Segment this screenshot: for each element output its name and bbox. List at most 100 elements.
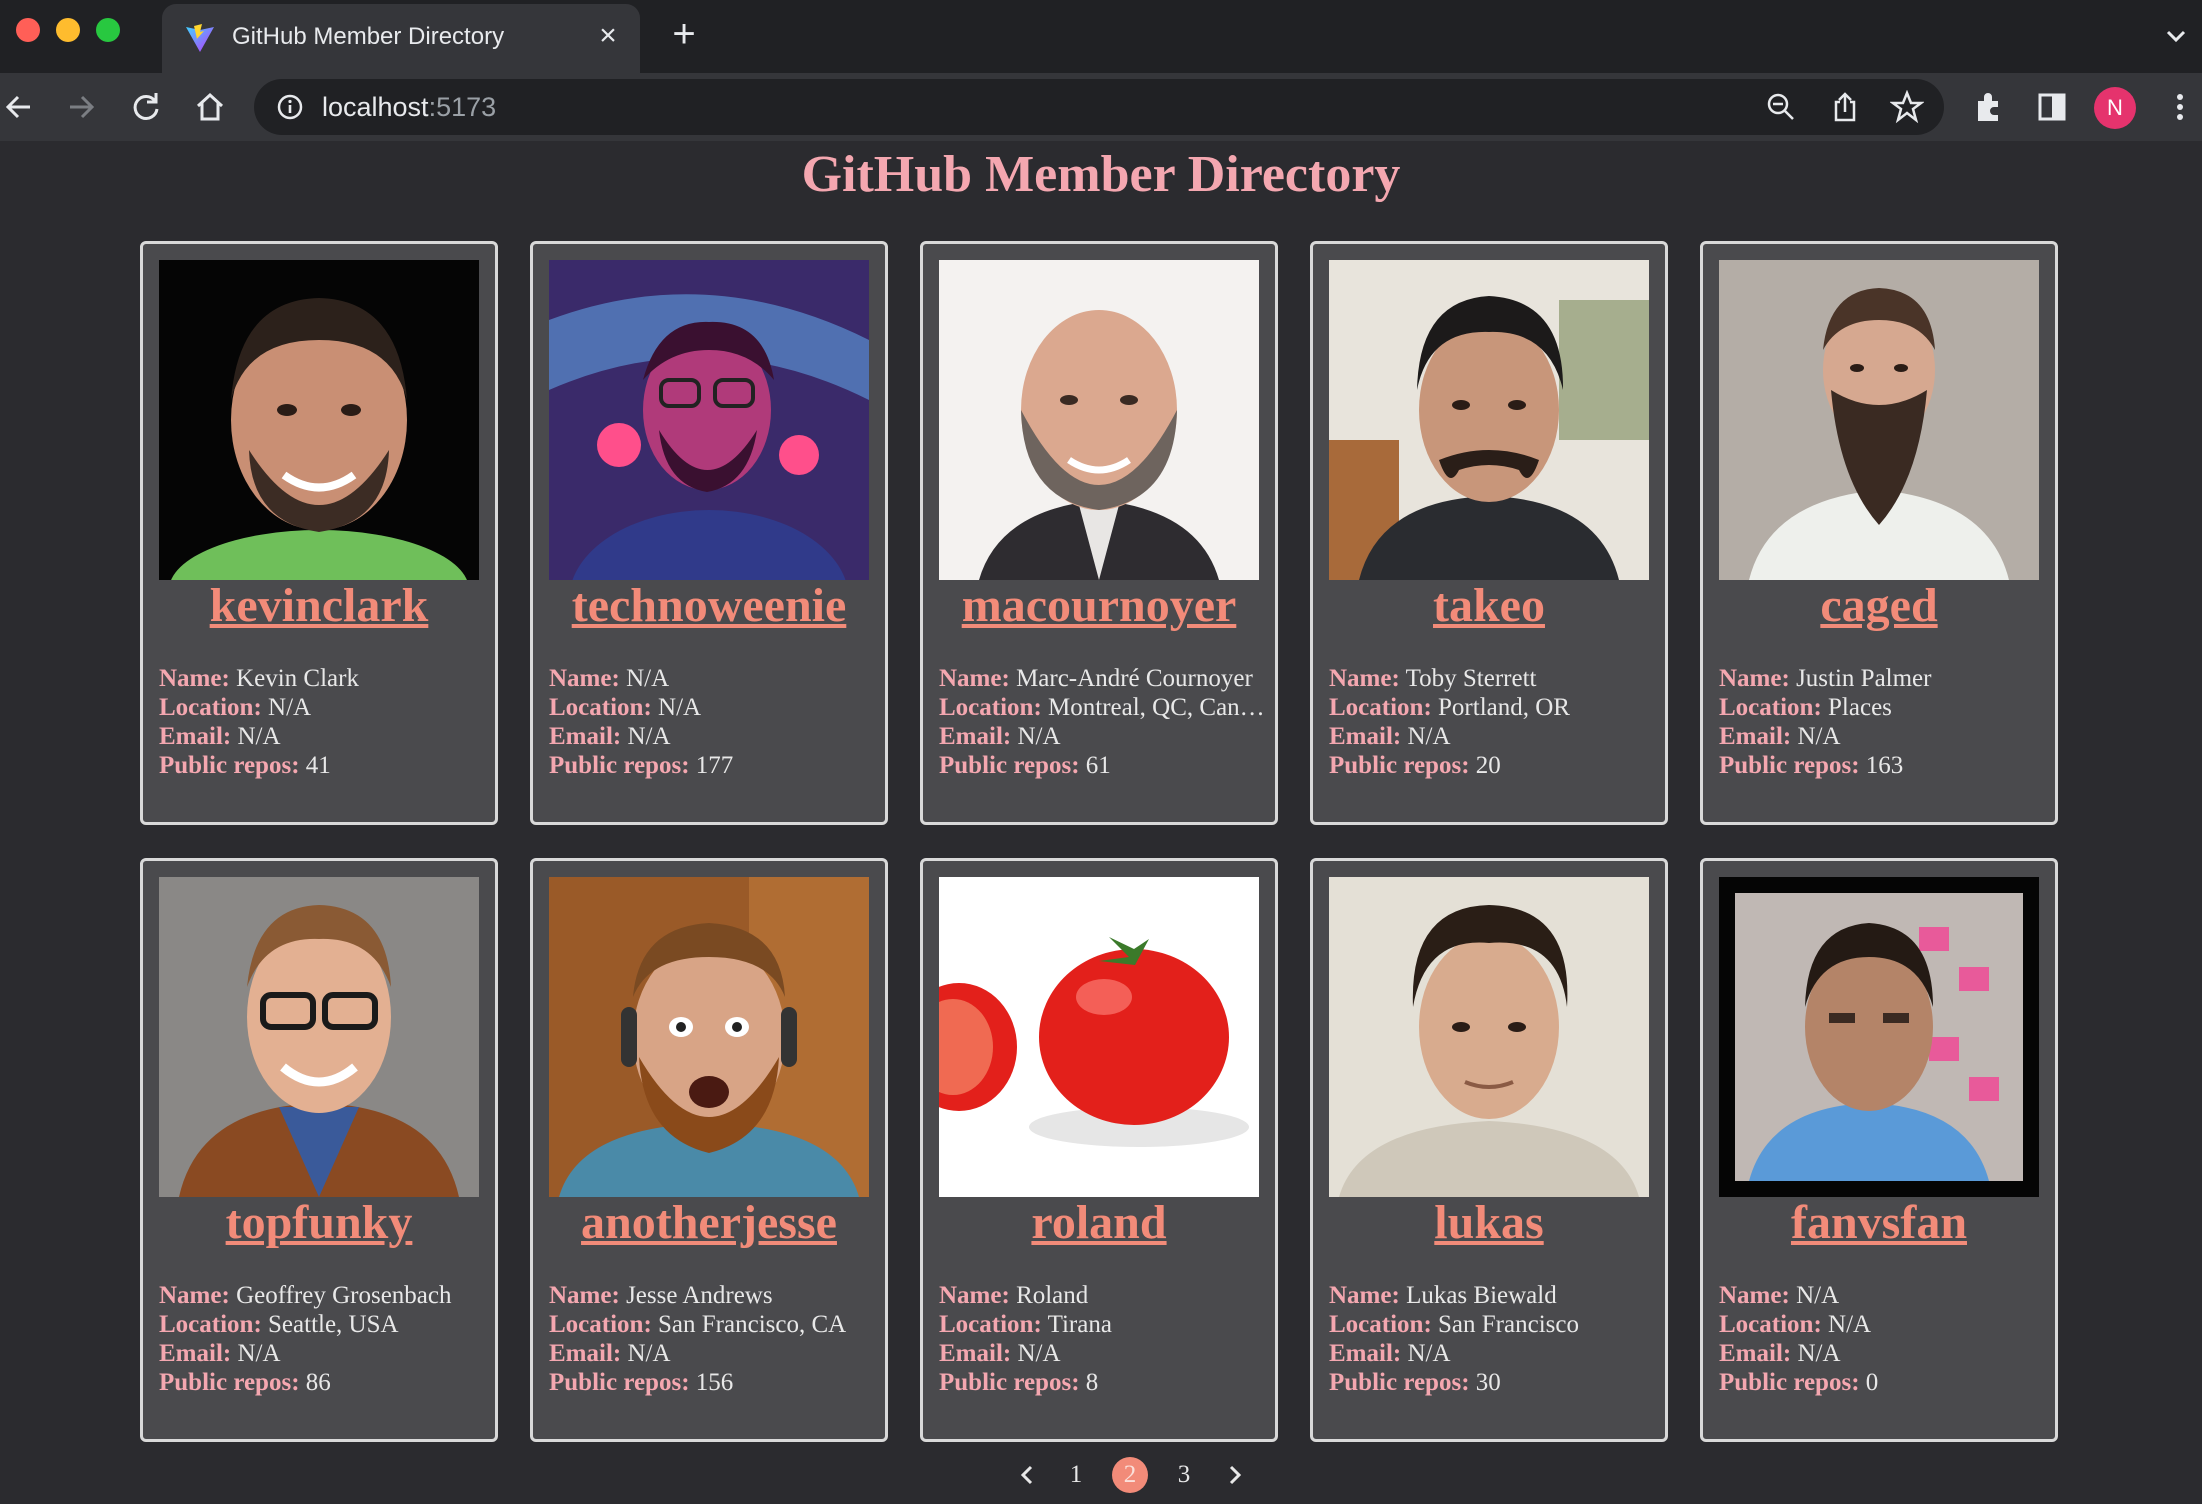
member-repos: 61 <box>1085 752 1111 779</box>
extensions-icon[interactable] <box>1968 87 2008 127</box>
member-details: Name: Jesse Andrews Location: San Franci… <box>549 1281 875 1397</box>
member-email: N/A <box>237 723 281 750</box>
next-page-icon[interactable] <box>1216 1457 1252 1493</box>
page-button-2[interactable]: 2 <box>1112 1457 1148 1493</box>
member-login-link[interactable]: takeo <box>1313 578 1665 633</box>
sidepanel-icon[interactable] <box>2032 87 2072 127</box>
member-location: Tirana <box>1047 1311 1112 1338</box>
repos-label: Public repos: <box>549 1369 690 1396</box>
email-label: Email: <box>549 723 622 750</box>
menu-icon[interactable] <box>2160 87 2200 127</box>
location-label: Location: <box>1719 694 1822 721</box>
member-login-link[interactable]: fanvsfan <box>1703 1195 2055 1250</box>
prev-page-icon[interactable] <box>1010 1457 1046 1493</box>
member-name: Jesse Andrews <box>626 1282 773 1309</box>
member-email: N/A <box>1797 723 1841 750</box>
member-location: Places <box>1828 694 1892 721</box>
repos-label: Public repos: <box>549 752 690 779</box>
member-login-link[interactable]: topfunky <box>143 1195 495 1250</box>
member-email: N/A <box>1017 1340 1061 1367</box>
close-icon[interactable]: × <box>590 18 626 54</box>
member-name: Geoffrey Grosenbach <box>236 1282 452 1309</box>
member-login-link[interactable]: lukas <box>1313 1195 1665 1250</box>
zoom-window-button[interactable] <box>96 18 120 42</box>
star-icon[interactable] <box>1889 89 1925 124</box>
member-grid: kevinclark Name: Kevin Clark Location: N… <box>140 241 2058 1442</box>
avatar <box>1329 877 1649 1197</box>
info-icon[interactable] <box>276 93 304 121</box>
repos-label: Public repos: <box>1329 752 1470 779</box>
avatar <box>939 260 1259 580</box>
member-details: Name: Kevin Clark Location: N/A Email: N… <box>159 664 485 780</box>
page-button-3[interactable]: 3 <box>1166 1457 1202 1493</box>
member-repos: 86 <box>305 1369 331 1396</box>
member-login-link[interactable]: kevinclark <box>143 578 495 633</box>
back-icon[interactable] <box>0 87 40 127</box>
avatar <box>159 260 479 580</box>
member-location: Portland, OR <box>1438 694 1570 721</box>
avatar <box>1329 260 1649 580</box>
member-name: Toby Sterrett <box>1405 665 1537 692</box>
member-card: caged Name: Justin Palmer Location: Plac… <box>1700 241 2058 825</box>
member-email: N/A <box>1407 723 1451 750</box>
repos-label: Public repos: <box>939 752 1080 779</box>
minimize-window-button[interactable] <box>56 18 80 42</box>
member-email: N/A <box>627 1340 671 1367</box>
member-repos: 41 <box>305 752 331 779</box>
location-label: Location: <box>1719 1311 1822 1338</box>
member-details: Name: Toby Sterrett Location: Portland, … <box>1329 664 1655 780</box>
reload-icon[interactable] <box>126 87 166 127</box>
name-label: Name: <box>549 665 620 692</box>
pagination: 1 2 3 <box>0 1457 2202 1501</box>
member-email: N/A <box>237 1340 281 1367</box>
page-content: GitHub Member Directory kevinclark Name:… <box>0 141 2202 1502</box>
avatar <box>1719 877 2039 1197</box>
member-location: N/A <box>1828 1311 1872 1338</box>
member-card: lukas Name: Lukas Biewald Location: San … <box>1310 858 1668 1442</box>
browser-toolbar: localhost:5173 N <box>0 73 2202 141</box>
member-email: N/A <box>1407 1340 1451 1367</box>
avatar <box>549 260 869 580</box>
member-name: N/A <box>626 665 670 692</box>
member-login-link[interactable]: anotherjesse <box>533 1195 885 1250</box>
member-location: Seattle, USA <box>268 1311 399 1338</box>
repos-label: Public repos: <box>1329 1369 1470 1396</box>
member-login-link[interactable]: macournoyer <box>923 578 1275 633</box>
avatar <box>159 877 479 1197</box>
forward-icon[interactable] <box>62 87 102 127</box>
member-email: N/A <box>1797 1340 1841 1367</box>
member-name: Justin Palmer <box>1796 665 1932 692</box>
email-label: Email: <box>549 1340 622 1367</box>
member-name: Lukas Biewald <box>1406 1282 1557 1309</box>
address-bar[interactable]: localhost:5173 <box>254 79 1944 135</box>
member-location: N/A <box>268 694 312 721</box>
name-label: Name: <box>939 1282 1010 1309</box>
repos-label: Public repos: <box>939 1369 1080 1396</box>
name-label: Name: <box>159 1282 230 1309</box>
page-button-1[interactable]: 1 <box>1058 1457 1094 1493</box>
member-details: Name: Marc-André Cournoyer Location: Mon… <box>939 664 1265 780</box>
member-card: anotherjesse Name: Jesse Andrews Locatio… <box>530 858 888 1442</box>
member-login-link[interactable]: technoweenie <box>533 578 885 633</box>
member-login-link[interactable]: caged <box>1703 578 2055 633</box>
tab-bar: GitHub Member Directory × + <box>0 0 2202 73</box>
member-name: N/A <box>1796 1282 1840 1309</box>
member-card: macournoyer Name: Marc-André Cournoyer L… <box>920 241 1278 825</box>
member-card: kevinclark Name: Kevin Clark Location: N… <box>140 241 498 825</box>
profile-avatar[interactable]: N <box>2094 87 2136 129</box>
zoom-icon[interactable] <box>1764 90 1798 124</box>
email-label: Email: <box>1719 1340 1792 1367</box>
tab-title: GitHub Member Directory <box>232 23 505 50</box>
member-repos: 30 <box>1475 1369 1501 1396</box>
avatar <box>939 877 1259 1197</box>
member-login-link[interactable]: roland <box>923 1195 1275 1250</box>
share-icon[interactable] <box>1828 90 1862 124</box>
plus-icon[interactable]: + <box>664 14 704 54</box>
name-label: Name: <box>1329 1282 1400 1309</box>
location-label: Location: <box>1329 1311 1432 1338</box>
close-window-button[interactable] <box>16 18 40 42</box>
member-repos: 8 <box>1085 1369 1099 1396</box>
chevron-down-icon[interactable] <box>2160 20 2192 52</box>
home-icon[interactable] <box>190 87 230 127</box>
browser-tab[interactable]: GitHub Member Directory × <box>162 4 640 73</box>
